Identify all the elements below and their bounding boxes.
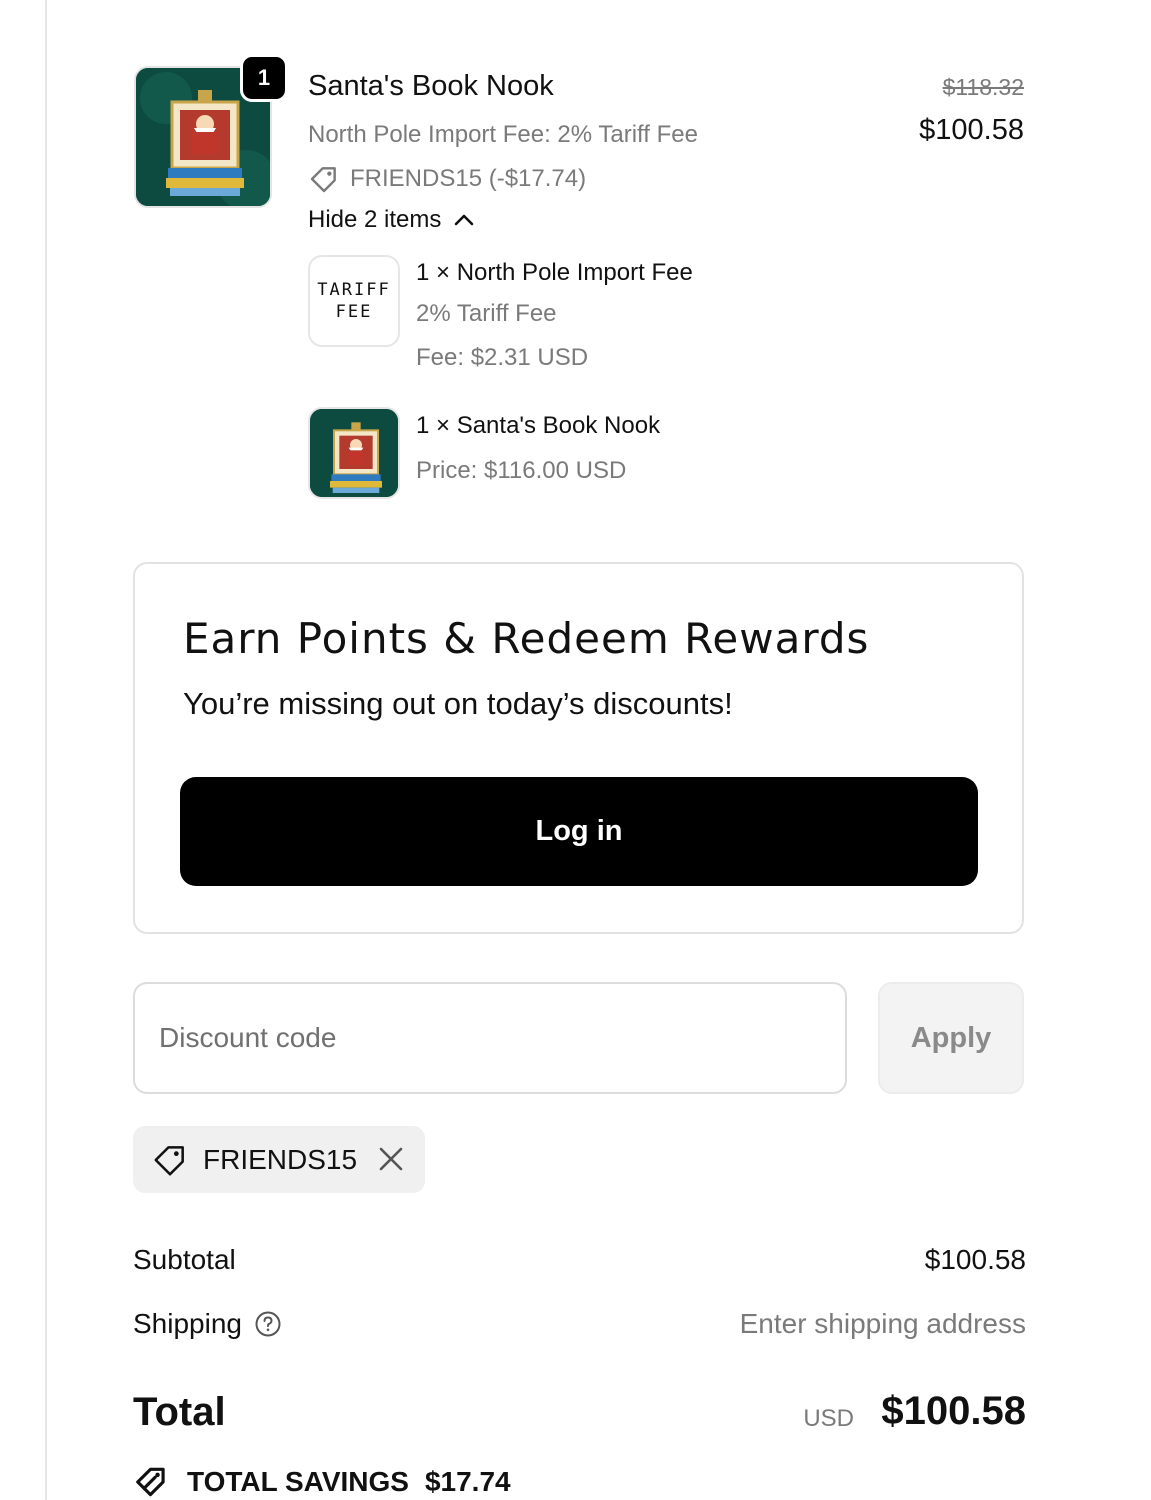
toggle-bundle-items[interactable]: Hide 2 items — [308, 206, 475, 234]
price-current: $100.58 — [919, 114, 1024, 146]
savings-label: TOTAL SAVINGS — [187, 1466, 409, 1497]
rewards-subtitle: You’re missing out on today’s discounts! — [183, 686, 733, 721]
sub-item-detail: 2% Tariff Fee — [416, 300, 557, 327]
total-value: $100.58 — [881, 1389, 1026, 1433]
product-discount: FRIENDS15 (-$17.74) — [308, 163, 586, 195]
applied-discount-chip: FRIENDS15 — [133, 1126, 425, 1193]
shipping-label-row: Shipping — [133, 1308, 282, 1340]
total-currency: USD — [803, 1405, 854, 1432]
applied-code-label: FRIENDS15 — [203, 1143, 358, 1175]
tariff-thumb-line1: TARIFF — [317, 280, 391, 300]
sub-item-name: 1 × North Pole Import Fee — [416, 259, 693, 286]
ornament-image — [310, 409, 398, 497]
quantity-badge: 1 — [240, 54, 288, 102]
close-icon[interactable] — [375, 1143, 407, 1175]
login-button[interactable]: Log in — [180, 777, 978, 886]
shipping-label: Shipping — [133, 1308, 242, 1339]
apply-discount-button[interactable]: Apply — [878, 982, 1024, 1094]
total-label: Total — [133, 1390, 226, 1434]
savings-tag-icon — [136, 1467, 165, 1497]
toggle-items-label: Hide 2 items — [308, 206, 442, 233]
rewards-card: Earn Points & Redeem Rewards You’re miss… — [133, 562, 1024, 934]
chevron-up-icon — [455, 214, 474, 226]
shipping-value: Enter shipping address — [739, 1308, 1026, 1339]
sub-item-name: 1 × Santa's Book Nook — [416, 412, 661, 439]
savings-value: $17.74 — [424, 1466, 511, 1497]
discount-code-input[interactable] — [133, 982, 847, 1094]
sub-item-thumbnail — [308, 407, 400, 499]
tag-icon — [310, 167, 336, 193]
sub-item-price: Price: $116.00 USD — [416, 457, 627, 484]
help-icon[interactable] — [254, 1310, 282, 1338]
rewards-title: Earn Points & Redeem Rewards — [183, 614, 870, 663]
subtotal-value: $100.58 — [924, 1244, 1026, 1275]
subtotal-label: Subtotal — [133, 1244, 236, 1275]
total-savings: TOTAL SAVINGS $17.74 — [133, 1463, 511, 1500]
tag-icon — [154, 1145, 184, 1176]
tariff-thumb-line2: FEE — [335, 302, 373, 322]
panel-divider — [45, 0, 47, 1500]
product-discount-label: FRIENDS15 (-$17.74) — [350, 165, 587, 192]
product-variant: North Pole Import Fee: 2% Tariff Fee — [308, 121, 698, 148]
price-original: $118.32 — [942, 74, 1024, 100]
product-title: Santa's Book Nook — [308, 70, 554, 102]
tariff-fee-thumbnail: TARIFF FEE — [308, 255, 400, 347]
sub-item-price: Fee: $2.31 USD — [416, 344, 589, 371]
